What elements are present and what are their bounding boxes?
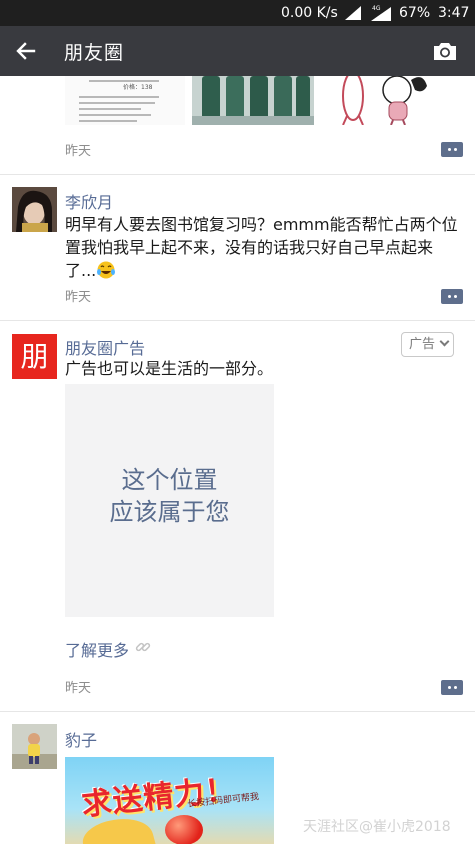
chevron-down-icon bbox=[439, 336, 450, 347]
ad-tag-dropdown[interactable]: 广告 bbox=[401, 332, 454, 357]
promo-ball bbox=[165, 815, 203, 844]
lte-label: 4G bbox=[372, 5, 381, 12]
link-icon bbox=[135, 642, 151, 652]
post-divider bbox=[0, 174, 475, 175]
ad-text: 广告也可以是生活的一部分。 bbox=[65, 359, 274, 378]
doc-price-text: 价格：138 bbox=[123, 84, 153, 91]
post-image-promo[interactable]: 求送精力！ 长按扫码即可帮我 bbox=[65, 757, 274, 844]
doc-line bbox=[79, 120, 137, 122]
post-time: 昨天 bbox=[65, 681, 92, 696]
learn-more-link[interactable]: 了解更多 bbox=[65, 637, 129, 661]
network-speed: 0.00 K/s bbox=[281, 5, 338, 21]
post-divider bbox=[0, 320, 475, 321]
comment-icon[interactable] bbox=[441, 289, 463, 304]
post-image-bottles[interactable] bbox=[192, 76, 314, 125]
doc-line bbox=[79, 114, 151, 116]
page-title: 朋友圈 bbox=[64, 42, 125, 64]
ad-placeholder-line2: 应该属于您 bbox=[109, 498, 230, 526]
post-text-body: 明早有人要去图书馆复习吗？emmm能否帮忙占两个位置我怕我早上起不来，没有的话我… bbox=[65, 215, 458, 280]
doc-line bbox=[79, 96, 159, 98]
post-image-cartoon[interactable] bbox=[319, 76, 439, 125]
post-nickname[interactable]: 李欣月 bbox=[65, 189, 113, 213]
doc-line bbox=[79, 108, 141, 110]
watermark: 天涯社区@崔小虎2018 bbox=[303, 819, 451, 835]
comment-icon[interactable] bbox=[441, 142, 463, 157]
crying-laughing-emoji bbox=[97, 261, 116, 279]
battery-percent: 67% bbox=[399, 5, 431, 21]
cartoon-illustration bbox=[342, 76, 427, 125]
title-bar: 朋友圈 bbox=[0, 26, 475, 76]
bottles-illustration bbox=[192, 76, 314, 125]
arrow-left-icon[interactable] bbox=[14, 39, 38, 63]
post-time: 昨天 bbox=[65, 144, 92, 159]
post-text: 明早有人要去图书馆复习吗？emmm能否帮忙占两个位置我怕我早上起不来，没有的话我… bbox=[65, 213, 460, 282]
signal-icon bbox=[345, 6, 361, 20]
lte-icon: 4G bbox=[371, 5, 391, 21]
doc-line bbox=[79, 102, 155, 104]
post-time: 昨天 bbox=[65, 290, 92, 305]
ad-tag-label: 广告 bbox=[409, 337, 436, 352]
avatar[interactable] bbox=[12, 724, 57, 769]
clock: 3:47 bbox=[438, 5, 470, 21]
comment-icon[interactable] bbox=[441, 680, 463, 695]
ad-avatar[interactable]: 朋 bbox=[12, 334, 57, 379]
ad-placeholder-line1: 这个位置 bbox=[121, 466, 218, 494]
avatar-photo bbox=[12, 724, 57, 769]
post-divider bbox=[0, 711, 475, 712]
moments-feed[interactable]: 价格：138 昨天 李欣月 明早有人要去图书馆复习吗？emmm能否帮忙占两个位置… bbox=[0, 76, 475, 844]
ad-nickname[interactable]: 朋友圈广告 bbox=[65, 335, 145, 359]
post-image-document[interactable]: 价格：138 bbox=[65, 76, 185, 125]
avatar-photo bbox=[12, 187, 57, 232]
status-bar: 0.00 K/s 4G 67% 3:47 bbox=[0, 0, 475, 26]
post-nickname[interactable]: 豹子 bbox=[65, 727, 97, 751]
ad-image-placeholder[interactable]: 这个位置 应该属于您 bbox=[65, 384, 274, 617]
avatar[interactable] bbox=[12, 187, 57, 232]
camera-icon[interactable] bbox=[432, 40, 458, 62]
